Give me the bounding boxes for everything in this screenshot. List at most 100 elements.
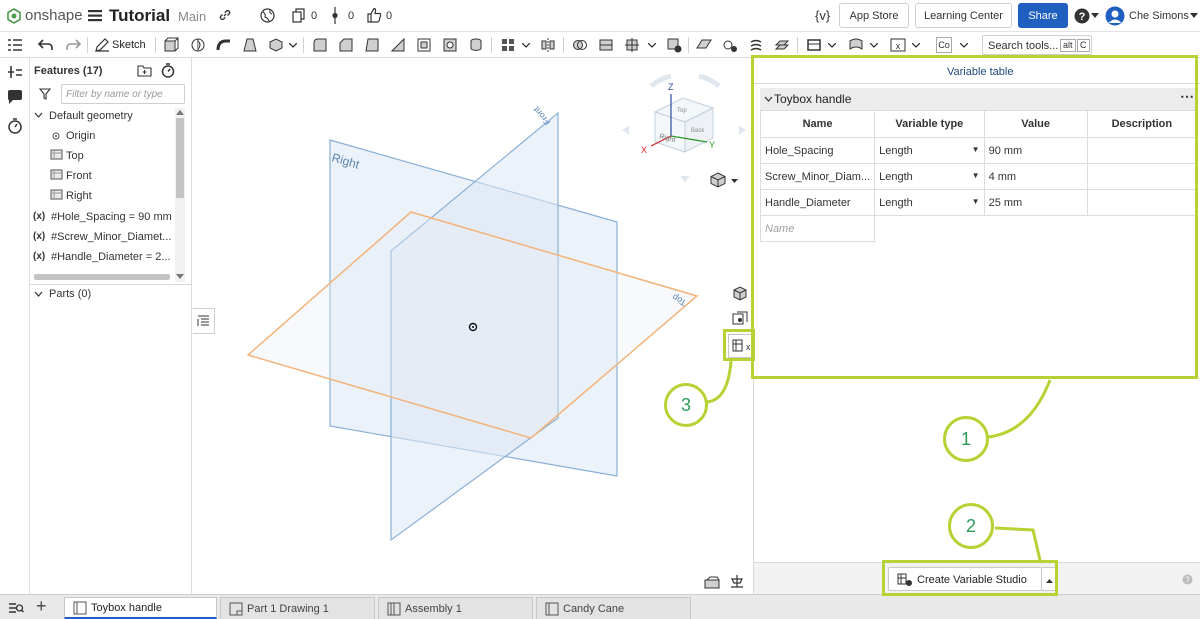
globe-icon[interactable]: [260, 8, 275, 23]
sketch-button[interactable]: Sketch: [112, 39, 146, 51]
tab-candy-cane[interactable]: Candy Cane: [536, 597, 691, 619]
feature-list-icon[interactable]: [7, 37, 23, 53]
mirror-icon[interactable]: [540, 37, 556, 53]
view-options-chevron-icon[interactable]: [731, 179, 738, 184]
help-icon[interactable]: ?: [1074, 8, 1090, 24]
chevron-down-icon[interactable]: [870, 43, 878, 49]
appearance-panel-icon[interactable]: [732, 286, 748, 302]
chamfer-icon[interactable]: [338, 37, 354, 53]
helix-icon[interactable]: [748, 37, 764, 53]
add-tab-icon[interactable]: +: [36, 596, 47, 617]
scroll-up-icon[interactable]: [176, 109, 184, 115]
view-options-cube-icon[interactable]: [710, 172, 726, 188]
split-icon[interactable]: [598, 37, 614, 53]
filter-icon[interactable]: [39, 88, 51, 100]
hole-icon[interactable]: [442, 37, 458, 53]
chevron-down-icon[interactable]: [522, 43, 530, 49]
revolve-icon[interactable]: [190, 37, 206, 53]
view-cube[interactable]: Z X Y Top Right Back: [621, 68, 749, 198]
measure-scale-icon[interactable]: [729, 574, 745, 589]
scroll-down-icon[interactable]: [176, 274, 184, 280]
tree-right-plane[interactable]: Right: [66, 190, 92, 202]
custom-feature-button[interactable]: Co: [936, 37, 952, 53]
like-icon[interactable]: [366, 7, 382, 23]
mate-connector-icon[interactable]: [722, 37, 738, 53]
variable-icon[interactable]: x: [890, 37, 906, 53]
comments-icon[interactable]: [7, 90, 23, 105]
history-stopwatch-icon[interactable]: [7, 118, 23, 134]
tree-top-plane[interactable]: Top: [66, 150, 84, 162]
app-logo-text: onshape: [25, 7, 83, 24]
custom-features-icon[interactable]: {v}: [815, 8, 830, 23]
chevron-down-icon[interactable]: [289, 43, 297, 49]
configurations-panel-icon[interactable]: [732, 311, 748, 327]
tree-default-geometry[interactable]: Default geometry: [49, 110, 133, 122]
link-icon[interactable]: [218, 8, 232, 22]
filter-input[interactable]: Filter by name or type: [61, 84, 185, 104]
thicken-icon[interactable]: [268, 37, 284, 53]
toolbar-divider: [688, 37, 689, 53]
plane-icon[interactable]: [696, 37, 712, 53]
avatar[interactable]: [1105, 6, 1125, 26]
learning-center-button[interactable]: Learning Center: [915, 3, 1012, 28]
tree-variable-screw-minor[interactable]: #Screw_Minor_Diamet...: [51, 231, 171, 243]
help-circle-icon[interactable]: ?: [1182, 574, 1193, 585]
render-mode-icon[interactable]: [704, 576, 720, 589]
extrude-icon[interactable]: [163, 37, 179, 53]
redo-icon[interactable]: [65, 37, 81, 53]
surface-icon[interactable]: [848, 37, 864, 53]
tree-variable-handle-diameter[interactable]: #Handle_Diameter = 2...: [51, 251, 171, 263]
copy-count-icon[interactable]: [292, 8, 306, 23]
hamburger-menu-icon[interactable]: [88, 9, 102, 22]
chevron-down-icon[interactable]: [648, 43, 656, 49]
app-store-button[interactable]: App Store: [839, 3, 909, 28]
sheet-metal-icon[interactable]: [774, 37, 790, 53]
sweep-icon[interactable]: [216, 37, 232, 53]
rollback-stopwatch-icon[interactable]: [161, 63, 175, 78]
feature-hscrollbar[interactable]: [34, 274, 170, 280]
cube-face-top: Top: [677, 108, 687, 114]
variables-rail-icon[interactable]: [7, 64, 23, 80]
tab-part-1-drawing-1[interactable]: Part 1 Drawing 1: [220, 597, 375, 619]
tree-front-plane[interactable]: Front: [66, 170, 92, 182]
help-chevron-down-icon[interactable]: [1091, 13, 1099, 19]
chevron-down-icon[interactable]: [960, 43, 968, 49]
parts-list-heading[interactable]: Parts (0): [49, 288, 91, 300]
chevron-down-icon[interactable]: [828, 43, 836, 49]
draft-icon[interactable]: [364, 37, 380, 53]
rib-icon[interactable]: [390, 37, 406, 53]
tab-assembly-1[interactable]: Assembly 1: [378, 597, 533, 619]
document-title[interactable]: Tutorial: [109, 6, 170, 26]
tab-toybox-handle[interactable]: Toybox handle: [64, 597, 217, 619]
search-tools-input[interactable]: Search tools... alt C: [982, 35, 1092, 55]
frame-icon[interactable]: [806, 37, 822, 53]
drawing-tab-icon: [229, 602, 243, 615]
collapse-chevron-icon[interactable]: [34, 111, 43, 119]
chevron-down-icon[interactable]: [912, 43, 920, 49]
fillet-icon[interactable]: [312, 37, 328, 53]
version-count-icon[interactable]: [330, 7, 340, 24]
cylinder-icon[interactable]: [468, 37, 484, 53]
onshape-logo-icon[interactable]: [6, 8, 22, 24]
add-folder-icon[interactable]: [137, 64, 152, 77]
undo-icon[interactable]: [38, 37, 54, 53]
pattern-icon[interactable]: [500, 37, 516, 53]
parts-chevron-icon[interactable]: [34, 290, 43, 298]
boolean-icon[interactable]: [572, 37, 588, 53]
highlight-toggle-button: [723, 329, 755, 361]
branch-name[interactable]: Main: [178, 9, 206, 24]
tree-variable-hole-spacing[interactable]: #Hole_Spacing = 90 mm: [51, 211, 172, 223]
shell-icon[interactable]: [416, 37, 432, 53]
graphics-viewport[interactable]: Right Front Top Z X Y Top Right Back x): [193, 58, 753, 594]
user-name[interactable]: Che Simons: [1129, 10, 1189, 22]
loft-icon[interactable]: [242, 37, 258, 53]
user-chevron-down-icon[interactable]: [1190, 13, 1198, 19]
share-button[interactable]: Share: [1018, 3, 1068, 28]
transform-icon[interactable]: [624, 37, 640, 53]
tree-origin[interactable]: Origin: [66, 130, 95, 142]
feature-scrollbar-thumb[interactable]: [176, 118, 184, 198]
feature-scrollbar[interactable]: [175, 108, 185, 282]
sketch-pencil-icon[interactable]: [94, 37, 110, 53]
tab-manager-icon[interactable]: [8, 601, 24, 614]
delete-part-icon[interactable]: [666, 37, 682, 53]
